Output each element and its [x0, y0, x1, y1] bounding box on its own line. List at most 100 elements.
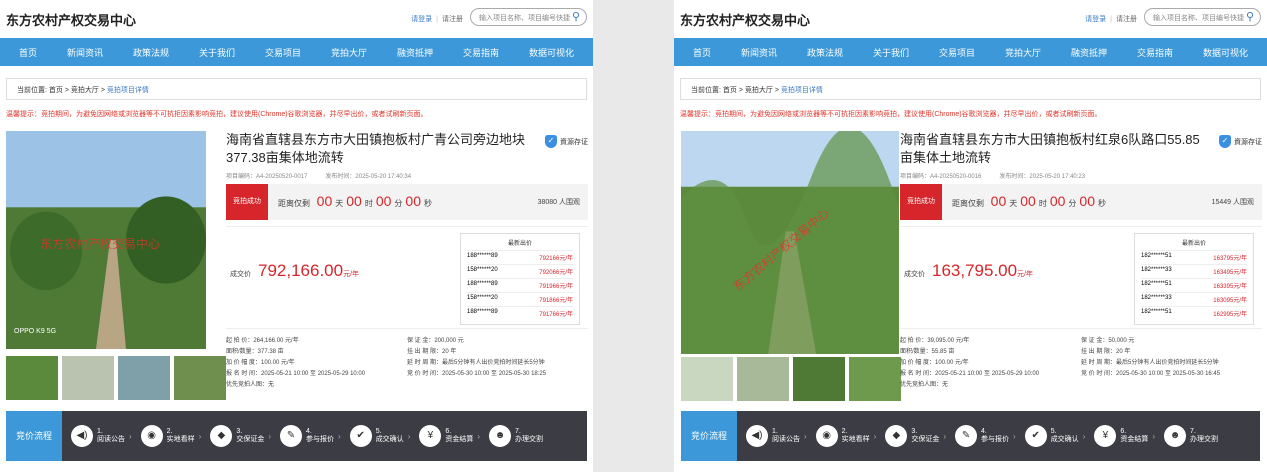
bid-row: 182******33 163095元/年: [1141, 292, 1247, 306]
nav-item[interactable]: 交易指南: [1137, 46, 1173, 59]
step-label: 成交确认: [375, 436, 404, 443]
chevron-right-icon: ›: [338, 431, 341, 441]
thumbnail[interactable]: [737, 357, 789, 401]
search-input[interactable]: 输入项目名称、项目编号快捷 ⚲: [470, 8, 587, 26]
thumbnail[interactable]: [62, 356, 114, 400]
chevron-right-icon: ›: [198, 431, 202, 441]
flow-step[interactable]: ✔ 5. 成交确认 ›: [349, 425, 411, 447]
chevron-right-icon: ›: [804, 431, 807, 441]
flow-step[interactable]: ☻ 7. 办理交割: [1164, 425, 1218, 447]
bid-price: 163795元/年: [1213, 256, 1247, 262]
step-number: 7.: [1190, 428, 1196, 435]
nav-item[interactable]: 交易项目: [265, 46, 301, 59]
project-meta: 项目编码：A4-20250520-0016 发布时间：2025-05-20 17:…: [900, 171, 1262, 180]
flow-header: 竞价流程: [6, 411, 62, 461]
nav-item[interactable]: 政策法规: [133, 46, 169, 59]
step-number: 2.: [166, 428, 173, 435]
breadcrumb-home[interactable]: 首页: [723, 87, 737, 94]
step-number: 4.: [981, 428, 987, 435]
nav-item[interactable]: 新闻资讯: [67, 46, 103, 59]
eye-icon: ◉: [140, 425, 163, 447]
account-links: 请登录 | 请注册: [411, 16, 463, 23]
breadcrumb-hall[interactable]: 竞拍大厅: [71, 87, 99, 94]
flow-step[interactable]: ¥6. 资金结算 ›: [419, 425, 480, 447]
step-label: 实地看样: [841, 436, 870, 443]
flow-step[interactable]: ◉ 2. 实地看样 ›: [815, 425, 877, 447]
chevron-right-icon: ›: [407, 431, 411, 441]
thumbnail[interactable]: [849, 357, 901, 401]
nav-item[interactable]: 新闻资讯: [741, 46, 777, 59]
bid-price: 162995元/年: [1213, 312, 1247, 318]
nav-item[interactable]: 首页: [19, 46, 37, 59]
thumbnail[interactable]: [174, 356, 226, 400]
nav-item[interactable]: 关于我们: [199, 46, 235, 59]
flow-step[interactable]: ◆ 3. 交保证金 ›: [885, 425, 946, 447]
flow-step[interactable]: ◉ 2. 实地看样 ›: [140, 425, 202, 447]
chevron-right-icon: ›: [873, 431, 877, 441]
term-item: 保 证 金：50,000 元: [1081, 338, 1135, 344]
auction-terms: 起 拍 价：264,166.00 元/年 保 证 金：200,000 元面积/数量…: [226, 328, 588, 388]
search-icon[interactable]: ⚲: [572, 10, 580, 23]
thumbnail[interactable]: [681, 357, 733, 401]
flow-step[interactable]: ✔ 5. 成交确认 ›: [1024, 425, 1085, 447]
login-link[interactable]: 请登录: [411, 16, 432, 23]
flow-step[interactable]: ¥6. 资金结算 ›: [1094, 425, 1155, 447]
site-logo[interactable]: 东方农村产权交易中心: [6, 10, 136, 29]
flow-step[interactable]: ☻ 7. 办理交割: [489, 425, 543, 447]
term-item: [407, 379, 588, 388]
bid-price: 791966元/年: [539, 284, 573, 290]
project-photo[interactable]: 东方农村产权交易中心 OPPO K9 5G: [6, 131, 206, 349]
nav-item[interactable]: 融资抵押: [397, 46, 433, 59]
evidence-badge[interactable]: ✓ 資源存证: [1219, 135, 1262, 148]
deal-price: 792,166.00元/年: [258, 261, 360, 280]
search-input[interactable]: 输入项目名称、项目编号快捷 ⚲: [1144, 8, 1261, 26]
register-link[interactable]: 请注册: [1116, 16, 1137, 23]
deal-panel: 成交价 792,166.00元/年 最新出价 188******89 792166…: [226, 226, 588, 325]
step-label: 交保证金: [911, 436, 940, 443]
bid-price: 163495元/年: [1213, 270, 1247, 276]
nav-item[interactable]: 竞拍大厅: [1005, 46, 1041, 59]
evidence-badge[interactable]: ✓ 資源存证: [545, 135, 588, 148]
edit-icon: ✎: [955, 425, 978, 447]
thumbnail[interactable]: [118, 356, 170, 400]
step-label: 成交确认: [1050, 436, 1079, 443]
nav-item[interactable]: 交易项目: [939, 46, 975, 59]
flow-step[interactable]: ✎ 4. 参与报价 ›: [280, 425, 341, 447]
flow-step[interactable]: ◀) 1. 阅读公告 ›: [746, 425, 807, 447]
browser-warning: 温馨提示：竞拍期间，为避免因网络或浏览器等不可抗拒因素影响竞拍，建议使用(Chr…: [6, 111, 428, 118]
latest-bids: 最新出价 188******89 792166元/年 158******20 7920…: [460, 233, 580, 325]
confirm-icon: ✔: [349, 425, 372, 447]
flow-step[interactable]: ✎ 4. 参与报价 ›: [955, 425, 1016, 447]
breadcrumb-label: 当前位置:: [17, 87, 47, 94]
flow-step[interactable]: ◆ 3. 交保证金 ›: [210, 425, 271, 447]
nav-item[interactable]: 关于我们: [873, 46, 909, 59]
bids-title: 最新出价: [1181, 241, 1206, 247]
search-icon[interactable]: ⚲: [1246, 10, 1254, 23]
nav-item[interactable]: 数据可视化: [529, 46, 574, 59]
nav-item[interactable]: 政策法规: [807, 46, 843, 59]
login-link[interactable]: 请登录: [1085, 16, 1106, 23]
nav-item[interactable]: 竞拍大厅: [331, 46, 367, 59]
flow-step[interactable]: ◀) 1. 阅读公告 ›: [71, 425, 132, 447]
thumbnail[interactable]: [793, 357, 845, 401]
term-item: 起 拍 价：264,166.00 元/年: [226, 338, 299, 344]
breadcrumb-hall[interactable]: 竞拍大厅: [745, 87, 773, 94]
main-nav: 首页 新闻资讯 政策法规 关于我们 交易项目 竞拍大厅 融资抵押 交易指南 数据可视化: [674, 38, 1267, 66]
breadcrumb-home[interactable]: 首页: [49, 87, 63, 94]
auction-status: 竞拍成功 距离仅剩 00 天 00 时 00 分 00 秒 38080 人围观: [226, 184, 588, 220]
bid-row: 188******89 792166元/年: [467, 250, 573, 264]
nav-item[interactable]: 交易指南: [463, 46, 499, 59]
bid-row: 182******51 163395元/年: [1141, 278, 1247, 292]
nav-item[interactable]: 融资抵押: [1071, 46, 1107, 59]
nav-item[interactable]: 数据可视化: [1203, 46, 1248, 59]
bid-price: 792166元/年: [539, 256, 573, 262]
project-photo[interactable]: 东方农村产权交易中心: [681, 131, 899, 354]
site-logo[interactable]: 东方农村产权交易中心: [680, 10, 810, 29]
step-number: 6.: [445, 428, 452, 435]
thumbnail[interactable]: [6, 356, 58, 400]
register-link[interactable]: 请注册: [442, 16, 463, 23]
speaker-icon: ◀): [746, 425, 768, 447]
nav-item[interactable]: 首页: [693, 46, 711, 59]
project-meta: 项目编码：A4-20250520-0017 发布时间：2025-05-20 17:…: [226, 171, 588, 180]
chevron-right-icon: ›: [1152, 431, 1156, 441]
